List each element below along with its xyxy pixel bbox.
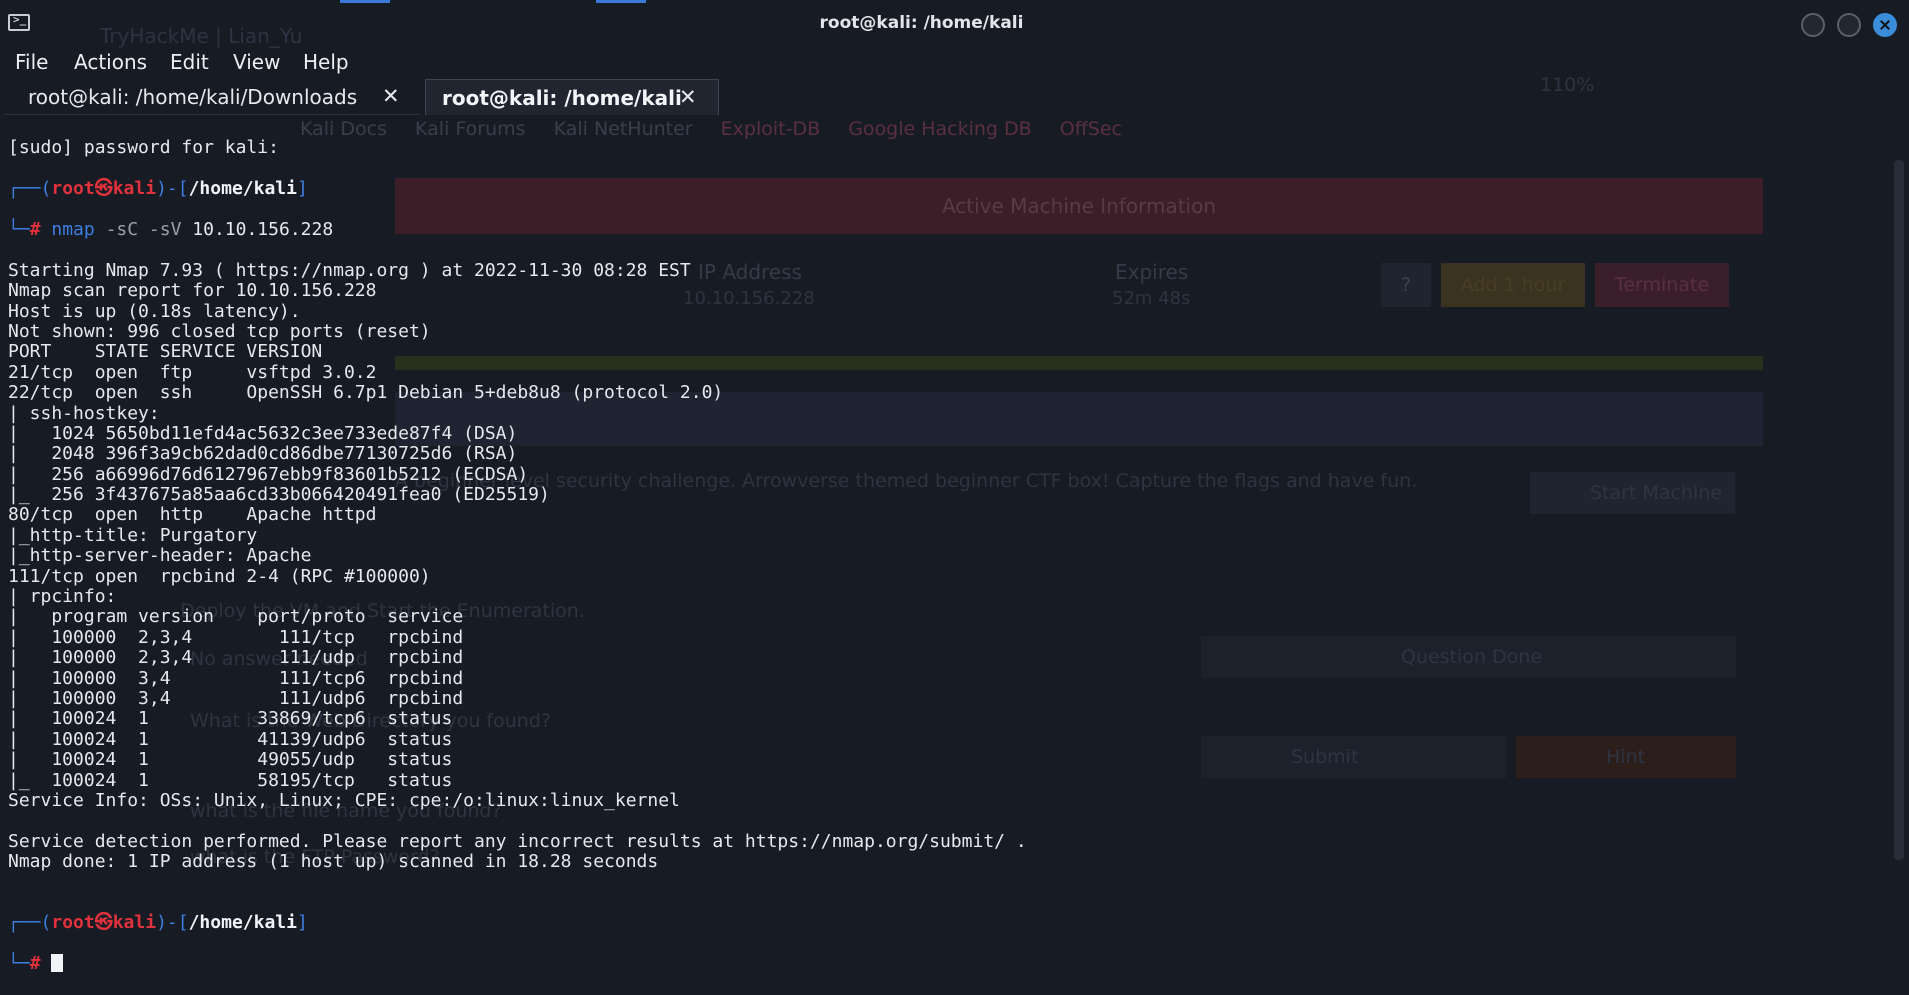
- sudo-prompt-line: [sudo] password for kali:: [8, 137, 279, 159]
- output-line: | 100024 1 41139/udp6 status: [8, 728, 453, 750]
- output-line: Nmap scan report for 10.10.156.228: [8, 280, 377, 302]
- menu-help[interactable]: Help: [303, 46, 349, 78]
- output-line: | 100000 3,4 111/udp6 rpcbind: [8, 688, 464, 709]
- menu-bar: File Actions Edit View Help: [0, 46, 1909, 78]
- output-line: |_http-server-header: Apache: [8, 545, 312, 567]
- output-line: | rpcinfo:: [8, 586, 128, 608]
- output-line: Service detection performed. Please repo…: [8, 830, 1027, 852]
- output-line: | ssh-hostkey:: [8, 402, 171, 424]
- close-window-button[interactable]: [1873, 13, 1897, 37]
- output-line: | 1024 5650bd11efd4ac5632c3ee733ede87f4 …: [8, 422, 518, 444]
- command-flags: -sC -sV: [105, 219, 182, 240]
- tab-close-icon[interactable]: ✕: [679, 85, 697, 109]
- tab-home-kali[interactable]: root@kali: /home/kali ✕: [425, 79, 719, 115]
- tab-downloads[interactable]: root@kali: /home/kali/Downloads ✕: [4, 79, 420, 115]
- window-titlebar[interactable]: >_ root@kali: /home/kali: [0, 0, 1909, 46]
- output-line: 80/tcp open http Apache httpd: [8, 504, 377, 526]
- output-line: | 2048 396f3a9cb62dad0cd86dbe77130725d6 …: [8, 443, 518, 465]
- maximize-button[interactable]: [1837, 13, 1861, 37]
- tab-label: root@kali: /home/kali/Downloads: [28, 85, 358, 109]
- output-line: | program version port/proto service: [8, 606, 464, 628]
- output-line: | 100000 2,3,4 111/udp rpcbind: [8, 647, 464, 669]
- output-line: | 100000 3,4 111/tcp6 rpcbind: [8, 667, 464, 689]
- prompt-line: ┌──(root㉿kali)-[/home/kali]: [8, 178, 308, 200]
- output-line: 111/tcp open rpcbind 2-4 (RPC #100000): [8, 565, 431, 587]
- terminal-tabbar: root@kali: /home/kali/Downloads ✕ root@k…: [0, 79, 1909, 115]
- prompt-line: ┌──(root㉿kali)-[/home/kali]: [8, 912, 308, 934]
- output-line: | 100024 1 49055/udp status: [8, 749, 453, 771]
- output-line: 21/tcp open ftp vsftpd 3.0.2: [8, 361, 377, 383]
- output-line: Service Info: OSs: Unix, Linux; CPE: cpe…: [8, 789, 680, 811]
- output-line: PORT STATE SERVICE VERSION: [8, 341, 323, 363]
- input-line[interactable]: └─#: [8, 953, 1888, 974]
- command-program: nmap: [51, 219, 95, 240]
- nmap-output: Starting Nmap 7.93 ( https://nmap.org ) …: [8, 259, 1888, 893]
- menu-file[interactable]: File: [15, 46, 48, 78]
- command-target: 10.10.156.228: [192, 219, 334, 240]
- output-line: | 100000 2,3,4 111/tcp rpcbind: [8, 626, 464, 648]
- output-line: |_ 256 3f437675a85aa6cd33b066420491fea0 …: [8, 484, 550, 506]
- output-line: |_http-title: Purgatory: [8, 524, 258, 546]
- output-line: |_ 100024 1 58195/tcp status: [8, 769, 453, 791]
- menu-actions[interactable]: Actions: [74, 46, 147, 78]
- output-line: Nmap done: 1 IP address (1 host up) scan…: [8, 851, 659, 873]
- output-line: | 256 a66996d76d6127967ebb9f83601b5212 (…: [8, 463, 529, 485]
- text-cursor: [51, 954, 64, 973]
- command-line: └─# nmap -sC -sV 10.10.156.228: [8, 219, 334, 240]
- menu-edit[interactable]: Edit: [170, 46, 209, 78]
- output-line: | 100024 1 33869/tcp6 status: [8, 708, 453, 730]
- menu-view[interactable]: View: [233, 46, 280, 78]
- tab-close-icon[interactable]: ✕: [382, 84, 400, 108]
- tab-label: root@kali: /home/kali: [442, 86, 682, 110]
- terminal-output[interactable]: [sudo] password for kali: ┌──(root㉿kali)…: [8, 118, 1888, 974]
- output-line: Host is up (0.18s latency).: [8, 300, 301, 322]
- output-line: 22/tcp open ssh OpenSSH 6.7p1 Debian 5+d…: [8, 382, 724, 404]
- window-title: root@kali: /home/kali: [819, 13, 1024, 33]
- output-line: Starting Nmap 7.93 ( https://nmap.org ) …: [8, 259, 691, 281]
- bg-scrollbar: [1894, 160, 1904, 860]
- minimize-button[interactable]: [1801, 13, 1825, 37]
- output-line: Not shown: 996 closed tcp ports (reset): [8, 320, 431, 342]
